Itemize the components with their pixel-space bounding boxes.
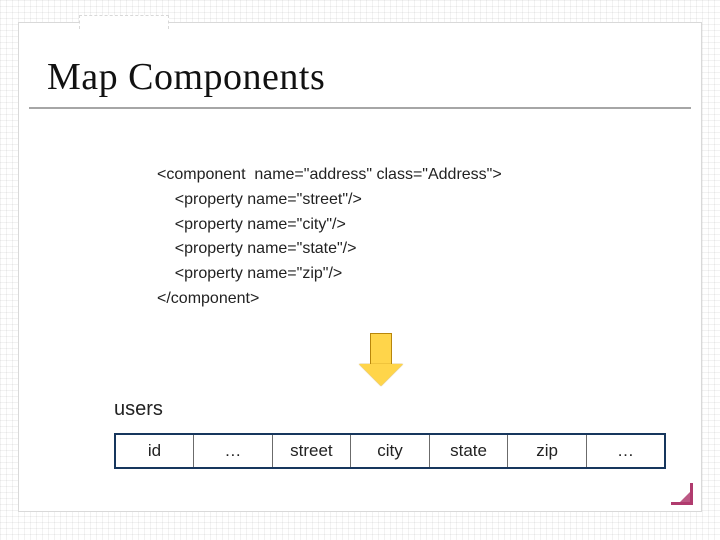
code-line-3: <property name="city"/> <box>157 213 502 238</box>
col-ellipsis-left: … <box>194 434 273 468</box>
col-ellipsis-right: … <box>586 434 665 468</box>
code-line-5: <property name="zip"/> <box>157 262 502 287</box>
col-id: id <box>115 434 194 468</box>
users-table: id … street city state zip … <box>114 433 666 469</box>
code-line-4: <property name="state"/> <box>157 237 502 262</box>
title-underline <box>29 107 691 109</box>
col-zip: zip <box>508 434 587 468</box>
code-line-6: </component> <box>157 287 502 312</box>
slide-frame: Map Components <component name="address"… <box>18 22 702 512</box>
page-title: Map Components <box>47 55 325 99</box>
col-state: state <box>429 434 508 468</box>
col-street: street <box>272 434 351 468</box>
xml-code-block: <component name="address" class="Address… <box>157 163 502 312</box>
slide-corner-ornament-icon <box>669 481 693 505</box>
code-line-2: <property name="street"/> <box>157 188 502 213</box>
code-line-1: <component name="address" class="Address… <box>157 163 502 188</box>
down-arrow-icon <box>359 333 403 387</box>
table-row: id … street city state zip … <box>115 434 665 468</box>
slide-notch-decoration <box>79 15 169 29</box>
col-city: city <box>351 434 430 468</box>
table-name-label: users <box>114 398 163 421</box>
